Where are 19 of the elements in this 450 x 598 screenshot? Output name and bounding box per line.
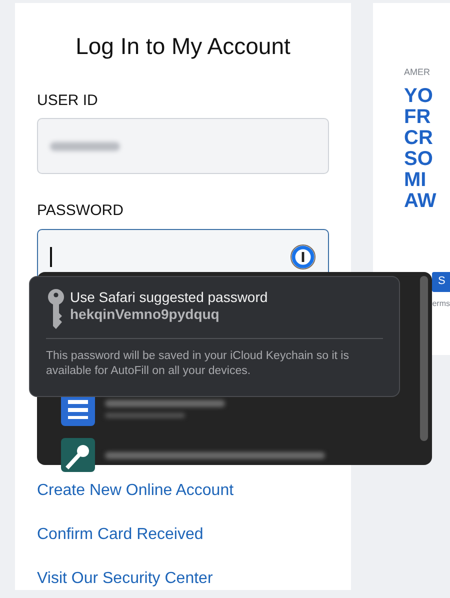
link[interactable]: Create New Online Account (37, 478, 234, 502)
link[interactable]: Visit Our Security Center (37, 566, 213, 590)
key-icon (48, 289, 64, 331)
suggested-password: hekqinVemno9pydquq (70, 306, 220, 323)
keychain-note: This password will be saved in your iCloud Keychain so it is available for AutoFill on all your devices. (46, 349, 350, 379)
blurred-text (50, 142, 120, 150)
text-cursor (50, 246, 52, 266)
link[interactable]: Confirm Card Received (37, 522, 204, 546)
password-manager-icon[interactable] (290, 244, 316, 270)
terms-text: erms (432, 298, 450, 310)
page-title: Log In to My Account (74, 32, 292, 61)
field-label: PASSWORD (37, 201, 124, 221)
key-icon (61, 438, 95, 472)
promo-eyebrow: AMER (404, 66, 432, 79)
password-suggestion-popover[interactable]: Use Safari suggested password hekqinVemno9pydquq This password will be saved in your iCloud Keychain so it is available for AutoFill on all your devices. (29, 276, 400, 397)
suggestion-title: Use Safari suggested password (70, 289, 268, 306)
promo-headline: YO FR CR SO MI AW (404, 86, 438, 212)
field-label: USER ID (37, 90, 99, 110)
promo-button[interactable]: S (432, 272, 450, 292)
